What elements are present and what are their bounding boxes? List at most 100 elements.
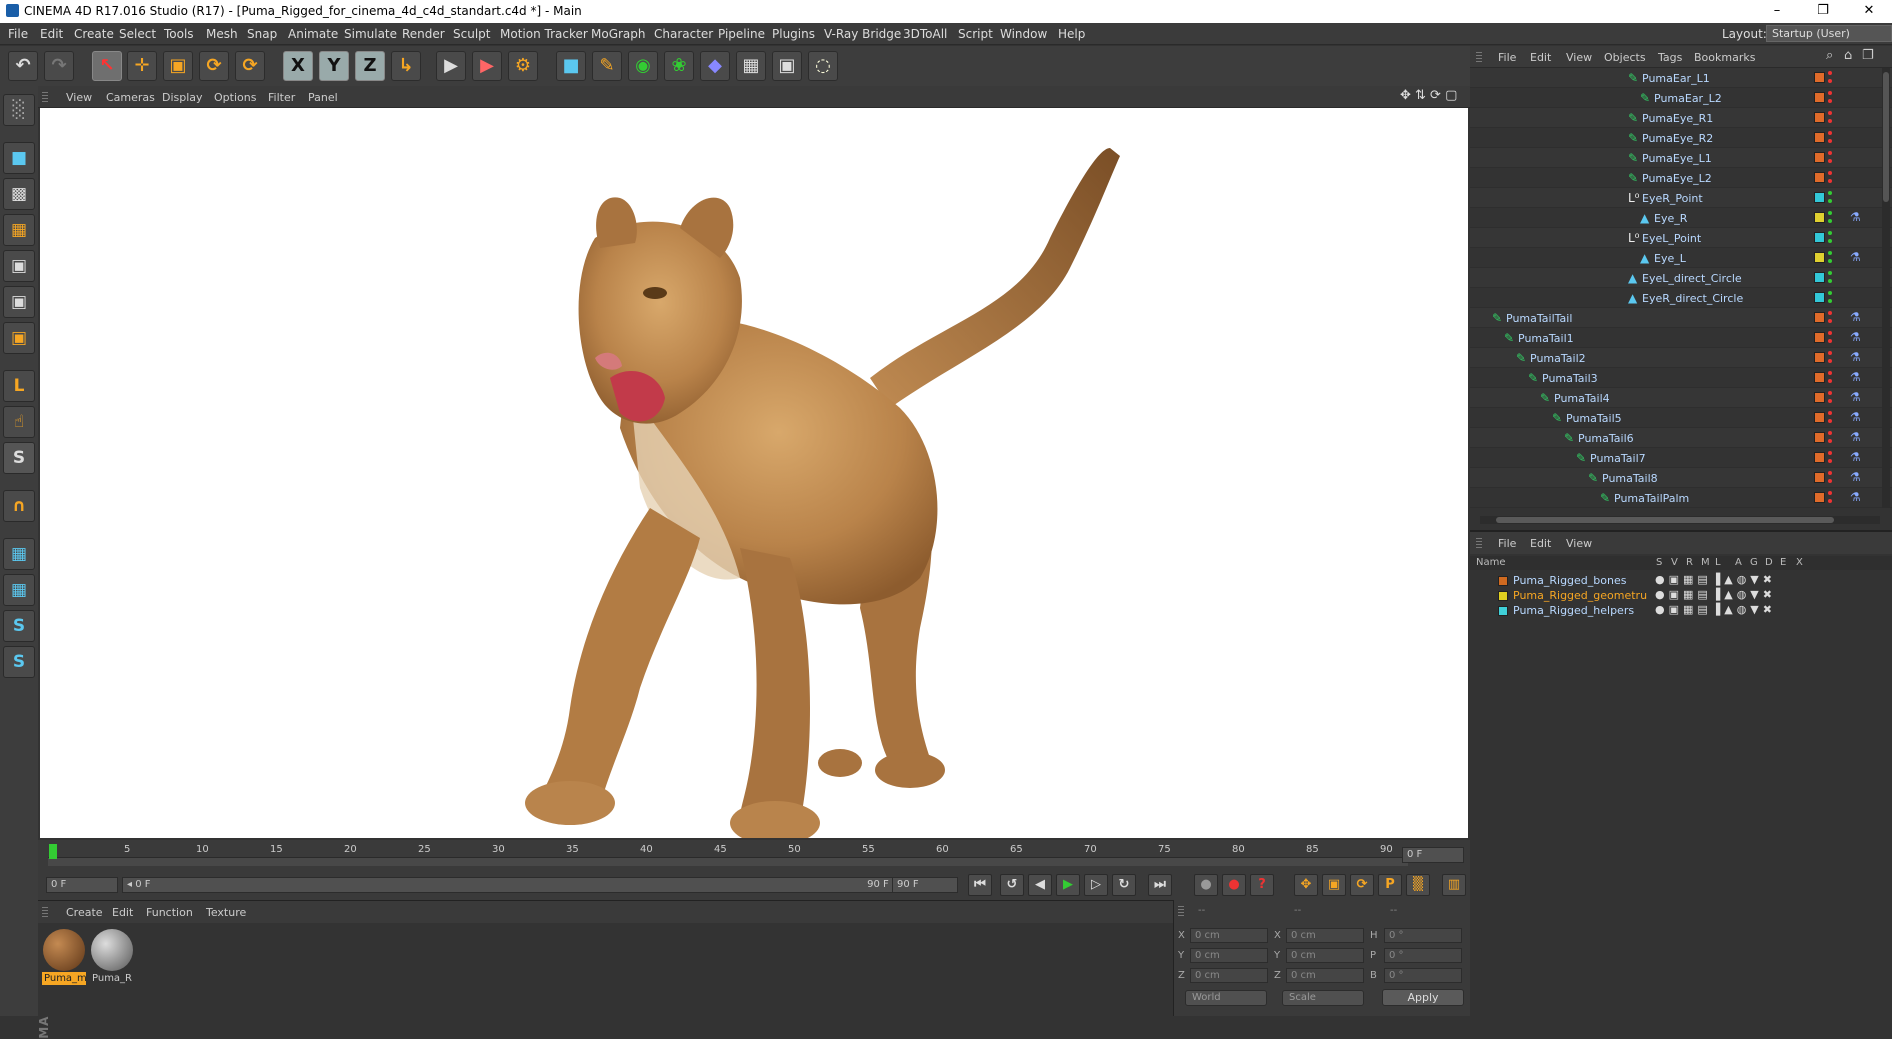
go-to-start-button[interactable]: ⏮ <box>968 874 992 896</box>
lock-workplane-button[interactable]: ▦ <box>3 538 35 570</box>
menu-sculpt[interactable]: Sculpt <box>453 27 490 41</box>
om-menu-edit[interactable]: Edit <box>1530 51 1551 64</box>
object-name[interactable]: PumaTail6 <box>1578 432 1634 445</box>
apply-button[interactable]: Apply <box>1382 989 1464 1006</box>
restore-button[interactable]: ❐ <box>1800 0 1846 23</box>
constraint-tag-icon[interactable]: ⚗ <box>1850 210 1861 224</box>
menu-script[interactable]: Script <box>958 27 993 41</box>
size-y-field[interactable]: 0 cm <box>1286 948 1364 963</box>
object-row[interactable]: ✎ PumaTailPalm ⚗ <box>1470 488 1892 508</box>
size-z-field[interactable]: 0 cm <box>1286 968 1364 983</box>
col-expressions[interactable]: E <box>1780 557 1786 568</box>
object-name[interactable]: PumaTail2 <box>1530 352 1586 365</box>
render-visibility-dot[interactable] <box>1828 279 1832 283</box>
layer-row[interactable]: Puma_Rigged_bones ●▣▦▤▐▲◍▼✖ <box>1470 573 1892 588</box>
start-frame-field[interactable]: 0 F <box>46 877 118 893</box>
light-button[interactable]: ◌ <box>808 51 838 81</box>
object-name[interactable]: EyeL_direct_Circle <box>1642 272 1742 285</box>
object-row[interactable]: ▲ EyeR_direct_Circle <box>1470 288 1892 308</box>
object-name[interactable]: PumaTailPalm <box>1614 492 1689 505</box>
render-visibility-dot[interactable] <box>1828 219 1832 223</box>
object-name[interactable]: PumaTail3 <box>1542 372 1598 385</box>
object-manager-vscrollbar[interactable] <box>1882 68 1890 508</box>
size-mode-dropdown[interactable]: Scale <box>1282 990 1364 1006</box>
floor-button[interactable]: ▦ <box>736 51 766 81</box>
viewport-menu-view[interactable]: View <box>66 91 92 104</box>
end-frame-field[interactable]: 90 F <box>892 877 958 893</box>
previous-frame-button[interactable]: ◀ <box>1028 874 1052 896</box>
render-picture-viewer-button[interactable]: ▶ <box>472 51 502 81</box>
material-swatch-puma-r[interactable]: Puma_R <box>90 928 134 986</box>
object-name[interactable]: EyeL_Point <box>1642 232 1701 245</box>
object-name[interactable]: PumaEye_L2 <box>1642 172 1712 185</box>
object-name[interactable]: EyeR_Point <box>1642 192 1703 205</box>
object-row[interactable]: ✎ PumaEye_L1 <box>1470 148 1892 168</box>
rotation-b-field[interactable]: 0 ° <box>1384 968 1462 983</box>
layer-name[interactable]: Puma_Rigged_geometru <box>1513 589 1647 602</box>
layer-color-tag[interactable] <box>1814 152 1825 163</box>
points-mode-button[interactable]: ▣ <box>3 250 35 282</box>
recent-tool-button[interactable]: ⟳ <box>235 51 265 81</box>
constraint-tag-icon[interactable]: ⚗ <box>1850 470 1861 484</box>
editor-visibility-dot[interactable] <box>1828 491 1832 495</box>
deformer-button[interactable]: ◆ <box>700 51 730 81</box>
viewport-menu-filter[interactable]: Filter <box>268 91 295 104</box>
layer-color-swatch[interactable] <box>1498 576 1508 586</box>
viewport-menu-options[interactable]: Options <box>214 91 256 104</box>
object-row[interactable]: ✎ PumaEye_R2 <box>1470 128 1892 148</box>
object-row[interactable]: ✎ PumaTail8 ⚗ <box>1470 468 1892 488</box>
object-manager-grip[interactable] <box>1476 52 1482 62</box>
om-home-icon[interactable]: ⌂ <box>1844 48 1852 63</box>
editor-visibility-dot[interactable] <box>1828 291 1832 295</box>
editor-visibility-dot[interactable] <box>1828 451 1832 455</box>
y-axis-button[interactable]: Y <box>319 51 349 81</box>
layer-toggle-icons[interactable]: ●▣▦▤▐▲◍▼✖ <box>1655 603 1776 616</box>
python-script-1-button[interactable]: S <box>3 610 35 642</box>
menu-mesh[interactable]: Mesh <box>206 27 238 41</box>
layer-color-tag[interactable] <box>1814 472 1825 483</box>
model-mode-button[interactable]: ■ <box>3 142 35 174</box>
object-name[interactable]: PumaEar_L1 <box>1642 72 1710 85</box>
position-z-field[interactable]: 0 cm <box>1190 968 1268 983</box>
object-row[interactable]: ▲ Eye_L ⚗ <box>1470 248 1892 268</box>
render-visibility-dot[interactable] <box>1828 339 1832 343</box>
next-key-button[interactable]: ↻ <box>1112 874 1136 896</box>
menu-animate[interactable]: Animate <box>288 27 338 41</box>
workplane-button[interactable]: ▦ <box>3 574 35 606</box>
object-name[interactable]: EyeR_direct_Circle <box>1642 292 1743 305</box>
col-deformers[interactable]: D <box>1765 557 1773 568</box>
render-visibility-dot[interactable] <box>1828 199 1832 203</box>
editor-visibility-dot[interactable] <box>1828 391 1832 395</box>
material-menu-texture[interactable]: Texture <box>206 906 246 919</box>
layer-color-tag[interactable] <box>1814 312 1825 323</box>
col-manager[interactable]: M <box>1701 557 1710 568</box>
col-name[interactable]: Name <box>1476 557 1506 568</box>
layer-color-tag[interactable] <box>1814 252 1825 263</box>
object-row[interactable]: ✎ PumaEye_L2 <box>1470 168 1892 188</box>
polygons-mode-button[interactable]: ▣ <box>3 322 35 354</box>
z-axis-button[interactable]: Z <box>355 51 385 81</box>
render-visibility-dot[interactable] <box>1828 79 1832 83</box>
viewport-grip[interactable] <box>42 92 48 102</box>
object-name[interactable]: Eye_L <box>1654 252 1686 265</box>
menu-character[interactable]: Character <box>654 27 713 41</box>
render-visibility-dot[interactable] <box>1828 419 1832 423</box>
mograph-array-button[interactable]: ❀ <box>664 51 694 81</box>
key-position-button[interactable]: ✥ <box>1294 874 1318 896</box>
layer-color-tag[interactable] <box>1814 132 1825 143</box>
menu-tools[interactable]: Tools <box>164 27 194 41</box>
render-visibility-dot[interactable] <box>1828 359 1832 363</box>
layer-row[interactable]: Puma_Rigged_helpers ●▣▦▤▐▲◍▼✖ <box>1470 603 1892 618</box>
render-visibility-dot[interactable] <box>1828 99 1832 103</box>
layer-color-tag[interactable] <box>1814 352 1825 363</box>
solo-button[interactable]: S <box>3 442 35 474</box>
tweak-mode-button[interactable]: ☝ <box>3 406 35 438</box>
constraint-tag-icon[interactable]: ⚗ <box>1850 490 1861 504</box>
om-menu-file[interactable]: File <box>1498 51 1516 64</box>
constraint-tag-icon[interactable]: ⚗ <box>1850 390 1861 404</box>
editor-visibility-dot[interactable] <box>1828 371 1832 375</box>
key-pla-button[interactable]: ▒ <box>1406 874 1430 896</box>
om-menu-bookmarks[interactable]: Bookmarks <box>1694 51 1755 64</box>
constraint-tag-icon[interactable]: ⚗ <box>1850 350 1861 364</box>
menu-vray-bridge[interactable]: V-Ray Bridge <box>824 27 901 41</box>
